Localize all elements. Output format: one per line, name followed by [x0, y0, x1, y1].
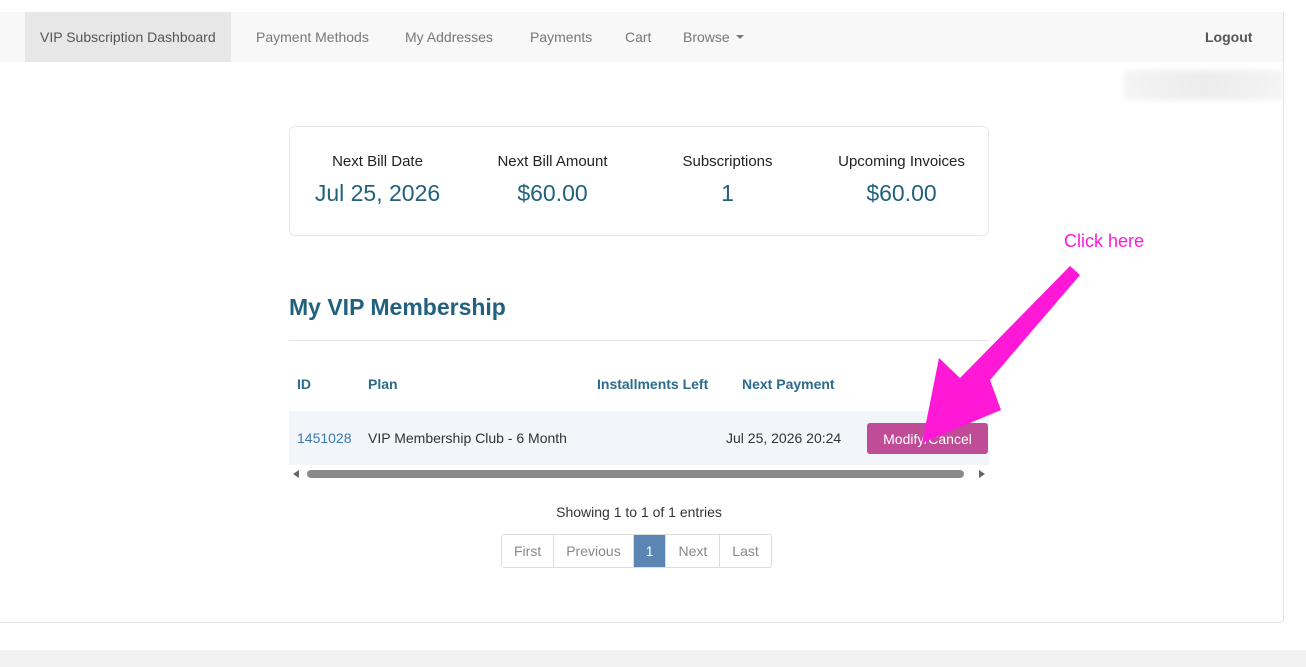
stat-label: Upcoming Invoices	[838, 153, 965, 170]
stat-value: $60.00	[866, 180, 937, 206]
subscription-id-link[interactable]: 1451028	[297, 430, 352, 446]
stat-upcoming-invoices: Upcoming Invoices $60.00	[814, 127, 989, 207]
column-header-next-payment[interactable]: Next Payment	[742, 376, 835, 392]
pagination-page-1[interactable]: 1	[633, 535, 667, 567]
plan-cell: VIP Membership Club - 6 Month	[368, 430, 567, 446]
membership-table-header: ID Plan Installments Left Next Payment	[289, 376, 989, 402]
stat-label: Subscriptions	[682, 153, 773, 170]
stat-value: $60.00	[517, 180, 588, 206]
page-footer-strip	[0, 650, 1306, 667]
nav-item-browse-label: Browse	[683, 29, 730, 45]
pagination-next[interactable]: Next	[666, 535, 721, 567]
stat-label: Next Bill Amount	[497, 153, 608, 170]
stat-subscriptions: Subscriptions 1	[640, 127, 815, 207]
pagination: First Previous 1 Next Last	[501, 534, 772, 568]
table-info: Showing 1 to 1 of 1 entries	[556, 504, 722, 520]
nav-item-browse[interactable]: Browse	[668, 12, 759, 62]
nav-item-payment-methods[interactable]: Payment Methods	[241, 12, 384, 62]
table-row: 1451028 VIP Membership Club - 6 Month Ju…	[289, 411, 989, 465]
stat-next-bill-date: Next Bill Date Jul 25, 2026	[290, 127, 465, 207]
pagination-first[interactable]: First	[502, 535, 555, 567]
column-header-id[interactable]: ID	[297, 376, 311, 392]
stat-value: 1	[721, 180, 734, 206]
column-header-plan[interactable]: Plan	[368, 376, 398, 392]
column-header-installments-left[interactable]: Installments Left	[597, 376, 708, 392]
nav-item-vip-dashboard[interactable]: VIP Subscription Dashboard	[25, 12, 231, 62]
nav-item-my-addresses[interactable]: My Addresses	[390, 12, 508, 62]
logout-link[interactable]: Logout	[1190, 12, 1267, 62]
scroll-right-arrow-icon[interactable]	[979, 470, 985, 478]
section-divider	[289, 340, 989, 341]
horizontal-scrollbar[interactable]	[289, 469, 989, 479]
pagination-previous[interactable]: Previous	[554, 535, 634, 567]
scroll-left-arrow-icon[interactable]	[293, 470, 299, 478]
caret-down-icon	[735, 35, 744, 40]
next-payment-cell: Jul 25, 2026 20:24	[726, 430, 842, 446]
annotation-click-here: Click here	[1064, 231, 1145, 251]
nav-item-cart[interactable]: Cart	[610, 12, 666, 62]
stat-next-bill-amount: Next Bill Amount $60.00	[465, 127, 640, 207]
nav-item-payments[interactable]: Payments	[515, 12, 607, 62]
stat-label: Next Bill Date	[332, 153, 423, 170]
main-panel: VIP Subscription Dashboard Payment Metho…	[0, 12, 1284, 623]
pagination-last[interactable]: Last	[720, 535, 771, 567]
scrollbar-thumb[interactable]	[307, 470, 964, 478]
membership-section-title: My VIP Membership	[289, 294, 506, 320]
billing-summary-card: Next Bill Date Jul 25, 2026 Next Bill Am…	[289, 126, 989, 236]
blurred-user-info	[1124, 70, 1284, 100]
modify-cancel-button[interactable]: Modify/Cancel	[867, 423, 988, 454]
stat-value: Jul 25, 2026	[314, 180, 441, 206]
top-navbar: VIP Subscription Dashboard Payment Metho…	[0, 12, 1283, 62]
